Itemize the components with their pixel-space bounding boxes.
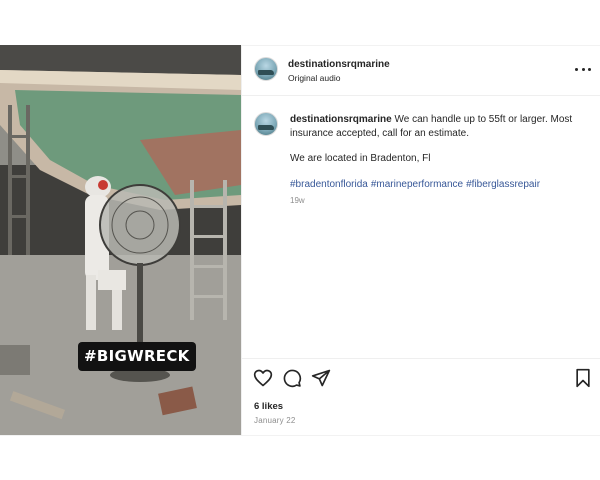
hashtag-link[interactable]: #fiberglassrepair: [466, 179, 540, 190]
heart-icon[interactable]: [253, 368, 273, 388]
share-icon[interactable]: [311, 368, 331, 388]
post-bottom-border: [0, 435, 600, 436]
audio-label[interactable]: Original audio: [288, 73, 340, 83]
video-frame: [0, 45, 241, 436]
hashtag-link[interactable]: #marineperformance: [371, 179, 463, 190]
avatar[interactable]: [254, 57, 278, 81]
comment-icon[interactable]: [282, 368, 302, 388]
post-header: destinationsrqmarine Original audio: [242, 45, 600, 96]
post-side-panel: destinationsrqmarine Original audio dest…: [241, 45, 600, 436]
location-line: We are located in Bradenton, Fl: [290, 153, 431, 164]
post-username[interactable]: destinationsrqmarine: [288, 59, 390, 70]
comment-username[interactable]: destinationsrqmarine: [290, 114, 392, 125]
post-date: January 22: [254, 416, 296, 425]
video-caption-overlay: #BIGWRECK: [78, 342, 196, 371]
likes-count[interactable]: 6 likes: [254, 401, 283, 412]
dot: [575, 67, 578, 71]
post-actions: 6 likes January 22: [242, 358, 600, 436]
bookmark-icon[interactable]: [573, 368, 593, 388]
comment-age: 19w: [290, 196, 305, 205]
dot: [581, 67, 585, 71]
instagram-post: #BIGWRECK destinationsrqmarine Original …: [0, 45, 600, 436]
comment-avatar[interactable]: [254, 112, 278, 136]
dot: [588, 67, 591, 71]
post-video[interactable]: #BIGWRECK: [0, 45, 241, 436]
hashtag-link[interactable]: #bradentonflorida: [290, 179, 368, 190]
hashtags: #bradentonflorida #marineperformance #fibe…: [290, 179, 543, 190]
more-options-icon[interactable]: [575, 61, 591, 77]
caption-text: destinationsrqmarine We can handle up to…: [290, 113, 586, 141]
caption-comment: destinationsrqmarine We can handle up to…: [242, 97, 600, 357]
